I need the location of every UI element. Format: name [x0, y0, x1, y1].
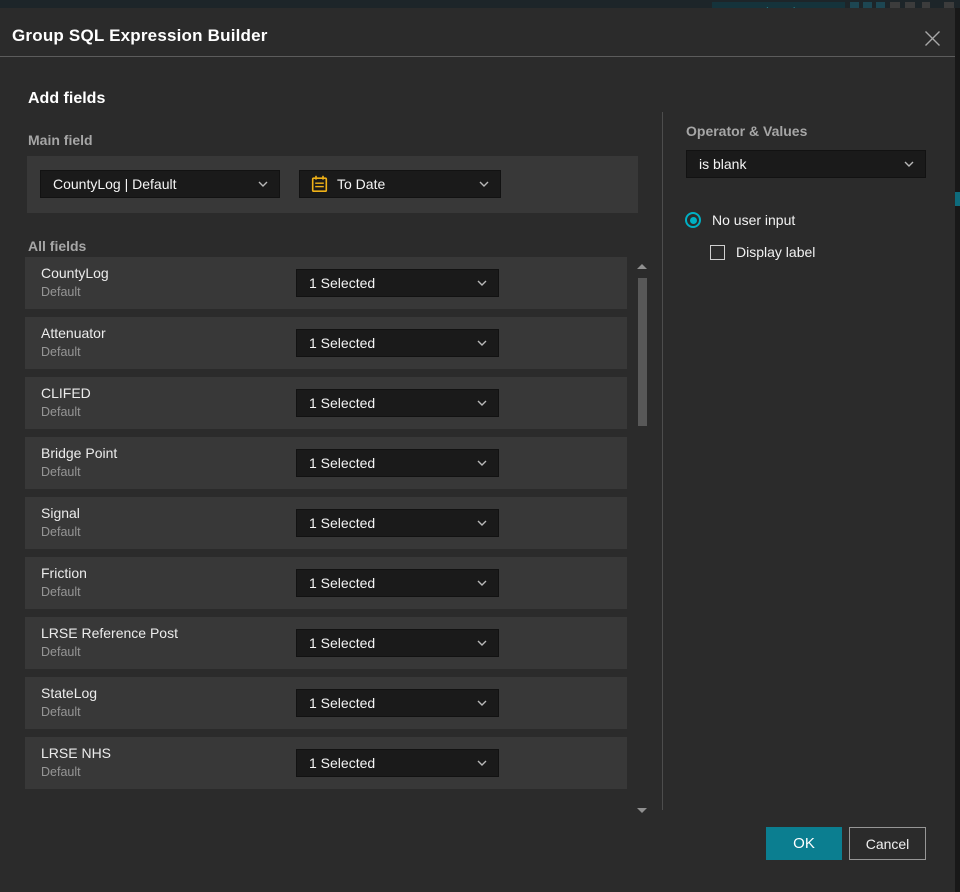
all-fields-label: All fields: [28, 238, 87, 254]
field-selection-label: 1 Selected: [309, 755, 376, 771]
chevron-down-icon: [477, 460, 498, 466]
chevron-down-icon: [477, 640, 498, 646]
background-app-right-edge: [955, 8, 960, 892]
field-subtitle: Default: [41, 465, 81, 479]
field-name: Bridge Point: [41, 445, 118, 461]
field-selection-dropdown[interactable]: 1 Selected: [296, 509, 499, 537]
main-field-select[interactable]: CountyLog | Default: [40, 170, 280, 198]
cancel-button[interactable]: Cancel: [849, 827, 926, 860]
dialog-title: Group SQL Expression Builder: [12, 26, 268, 45]
all-fields-list: CountyLog Default 1 Selected Attenuator …: [25, 257, 627, 797]
field-row: Signal Default 1 Selected: [25, 497, 627, 549]
field-subtitle: Default: [41, 585, 81, 599]
scroll-up-arrow-icon[interactable]: [637, 264, 647, 269]
field-selection-label: 1 Selected: [309, 335, 376, 351]
field-selection-dropdown[interactable]: 1 Selected: [296, 569, 499, 597]
field-subtitle: Default: [41, 705, 81, 719]
field-selection-dropdown[interactable]: 1 Selected: [296, 389, 499, 417]
field-selection-label: 1 Selected: [309, 575, 376, 591]
chevron-down-icon: [904, 161, 925, 167]
chevron-down-icon: [477, 700, 498, 706]
field-subtitle: Default: [41, 405, 81, 419]
main-field-select-value: CountyLog | Default: [53, 176, 177, 192]
chevron-down-icon: [258, 181, 279, 187]
all-fields-scrollbar[interactable]: [636, 254, 648, 815]
scroll-down-arrow-icon[interactable]: [637, 808, 647, 813]
ok-button[interactable]: OK: [766, 827, 842, 860]
chevron-down-icon: [477, 760, 498, 766]
field-selection-dropdown[interactable]: 1 Selected: [296, 449, 499, 477]
field-subtitle: Default: [41, 765, 81, 779]
main-field-label: Main field: [28, 132, 93, 148]
no-user-input-radio[interactable]: No user input: [685, 212, 795, 228]
field-name: LRSE NHS: [41, 745, 112, 761]
field-type-select[interactable]: To Date: [299, 170, 501, 198]
scrollbar-thumb[interactable]: [638, 278, 647, 426]
field-selection-label: 1 Selected: [309, 695, 376, 711]
main-field-panel: CountyLog | Default To Date: [27, 156, 638, 213]
chevron-down-icon: [477, 340, 498, 346]
display-label-checkbox[interactable]: Display label: [710, 244, 815, 260]
background-accent-fragment: [955, 192, 960, 206]
chevron-down-icon: [477, 580, 498, 586]
field-selection-label: 1 Selected: [309, 275, 376, 291]
field-name: CountyLog: [41, 265, 109, 281]
field-name: StateLog: [41, 685, 98, 701]
add-fields-heading: Add fields: [28, 90, 106, 107]
no-user-input-label: No user input: [712, 212, 796, 228]
field-row: StateLog Default 1 Selected: [25, 677, 627, 729]
field-selection-label: 1 Selected: [309, 515, 376, 531]
field-row: LRSE Reference Post Default 1 Selected: [25, 617, 627, 669]
field-name: CLIFED: [41, 385, 91, 401]
background-app-toolbar: Live view: [0, 0, 960, 8]
field-name: LRSE Reference Post: [41, 625, 178, 641]
field-selection-dropdown[interactable]: 1 Selected: [296, 749, 499, 777]
close-button[interactable]: [918, 24, 946, 52]
display-label-label: Display label: [736, 244, 816, 260]
field-selection-label: 1 Selected: [309, 635, 376, 651]
operator-select[interactable]: is blank: [686, 150, 926, 178]
chevron-down-icon: [477, 520, 498, 526]
close-icon: [924, 30, 940, 46]
field-row: CLIFED Default 1 Selected: [25, 377, 627, 429]
checkbox-icon: [710, 244, 725, 260]
field-name: Friction: [41, 565, 87, 581]
field-subtitle: Default: [41, 285, 81, 299]
panel-divider: [662, 112, 663, 810]
operator-select-value: is blank: [699, 156, 747, 172]
field-selection-dropdown[interactable]: 1 Selected: [296, 629, 499, 657]
field-row: Bridge Point Default 1 Selected: [25, 437, 627, 489]
operator-values-heading: Operator & Values: [686, 123, 808, 139]
field-row: Attenuator Default 1 Selected: [25, 317, 627, 369]
chevron-down-icon: [479, 181, 500, 187]
chevron-down-icon: [477, 280, 498, 286]
header-divider: [0, 56, 955, 57]
field-row: Friction Default 1 Selected: [25, 557, 627, 609]
field-selection-label: 1 Selected: [309, 395, 376, 411]
field-subtitle: Default: [41, 645, 81, 659]
field-selection-dropdown[interactable]: 1 Selected: [296, 329, 499, 357]
field-selection-dropdown[interactable]: 1 Selected: [296, 269, 499, 297]
field-selection-dropdown[interactable]: 1 Selected: [296, 689, 499, 717]
field-subtitle: Default: [41, 525, 81, 539]
field-subtitle: Default: [41, 345, 81, 359]
field-type-select-value: To Date: [337, 176, 386, 192]
field-row: CountyLog Default 1 Selected: [25, 257, 627, 309]
field-selection-label: 1 Selected: [309, 455, 376, 471]
radio-icon: [685, 212, 701, 228]
field-name: Signal: [41, 505, 80, 521]
field-name: Attenuator: [41, 325, 106, 341]
chevron-down-icon: [477, 400, 498, 406]
field-row: LRSE NHS Default 1 Selected: [25, 737, 627, 789]
calendar-icon: [300, 175, 328, 193]
